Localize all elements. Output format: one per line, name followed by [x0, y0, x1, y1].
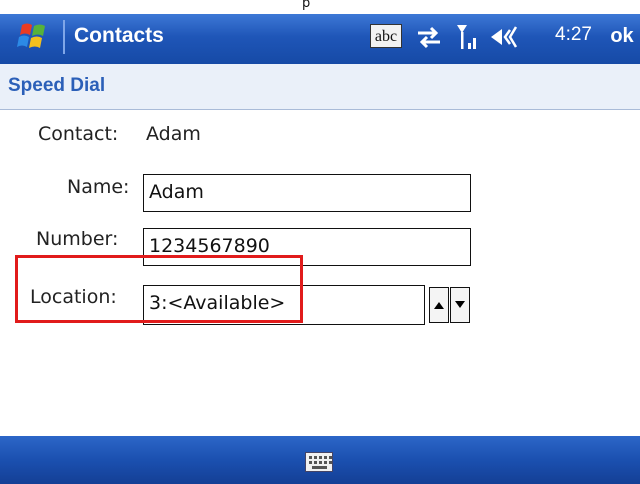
top-strip: p — [0, 0, 640, 14]
number-label: Number: — [36, 228, 119, 250]
page-title: Speed Dial — [8, 75, 106, 96]
clock: 4:27 — [555, 24, 592, 45]
keyboard-icon[interactable] — [305, 452, 333, 472]
name-label: Name: — [67, 176, 130, 198]
spin-up-icon — [434, 302, 444, 309]
name-field[interactable]: Adam — [143, 174, 471, 212]
input-mode-indicator[interactable]: abc — [370, 24, 402, 48]
ok-button[interactable]: ok — [604, 20, 640, 54]
app-title: Contacts — [74, 24, 164, 47]
spin-up-button[interactable] — [429, 287, 449, 323]
contact-value: Adam — [146, 123, 201, 145]
spin-down-button[interactable] — [450, 287, 470, 323]
volume-icon[interactable] — [488, 22, 526, 52]
connectivity-icon[interactable] — [414, 22, 444, 52]
windows-start-icon[interactable] — [14, 20, 52, 54]
signal-icon[interactable] — [454, 22, 482, 52]
title-separator — [63, 20, 65, 54]
spin-down-icon — [455, 301, 465, 308]
top-strip-label: p — [302, 0, 311, 11]
highlight-box — [15, 255, 303, 323]
contact-label: Contact: — [38, 123, 119, 145]
